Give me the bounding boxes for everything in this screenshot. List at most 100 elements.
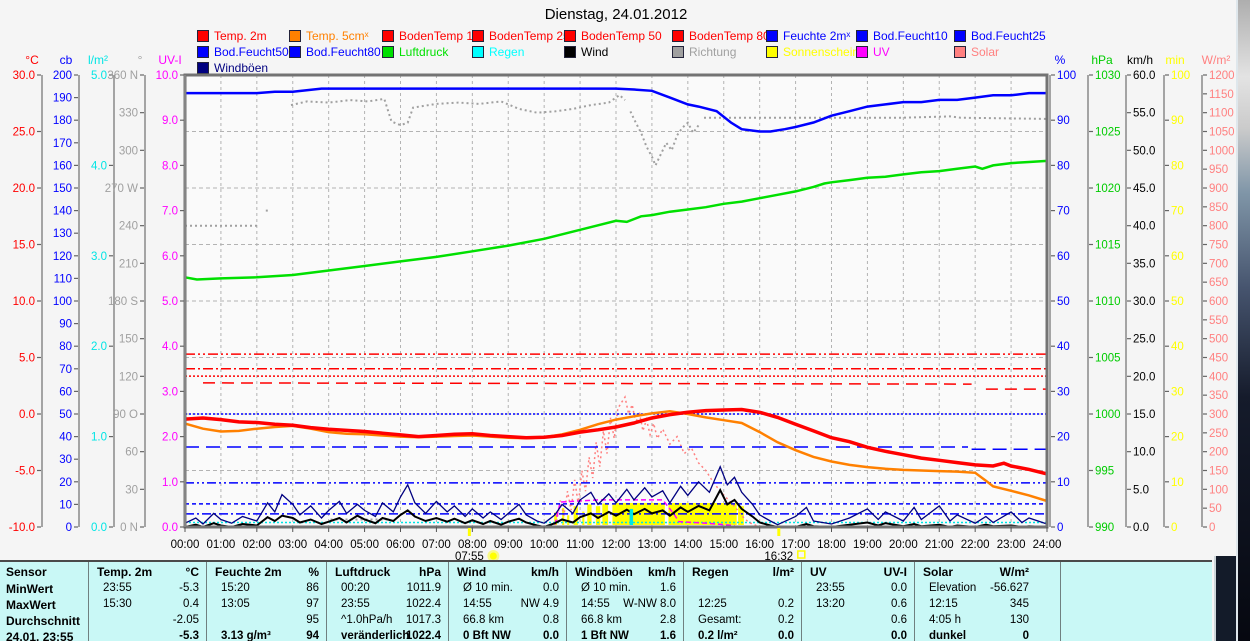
axis-tick-label: 90 O [113,409,138,421]
weather-chart: 30.025.020.015.010.05.00.0-5.0-10.0°C200… [9,53,1235,562]
table-column: Temp. 2m °C 23:55 -5.3 15:30 0.4 -2.05 -5.3 [88,562,207,641]
axis-tick-label: 650 [1209,277,1228,289]
table-cell: -5.3 [89,630,207,641]
x-tick-label: 03:00 [278,539,307,551]
table-cell-value: -5.3 [179,630,199,641]
x-tick-label: 14:00 [673,539,702,551]
table-column-unit: % [308,565,319,579]
sunrise-sun-icon [489,552,497,560]
table-label-column: Sensor MinWert MaxWert Durchschnitt 24.01. 2… [0,562,88,641]
table-cell-value: 94 [306,630,319,641]
axis-unit-label: W/m² [1202,53,1231,67]
axis-tick-label: 40 [59,432,72,444]
axis-tick-label: 3.0 [91,251,107,263]
table-cell: 95 [207,614,327,630]
table-cell-value: 0.0 [891,582,907,594]
axis-tick-label: 240 [119,221,138,233]
axis-tick-label: 3.0 [162,386,178,398]
axis-tick-label: 1.0 [91,432,107,444]
x-tick-label: 05:00 [350,539,379,551]
table-column-name: Temp. 2m [97,565,153,579]
table-cell-value: 1.6 [660,630,676,641]
table-column-name: Solar [923,565,954,579]
table-cell: 0 Bft NW 0.0 [449,630,567,641]
axis-tick-label: 500 [1209,334,1228,346]
table-column-unit: hPa [418,565,441,579]
axis-tick-label: 60 [125,447,138,459]
x-tick-label: 04:00 [314,539,343,551]
axis-tick-label: 20 [59,477,72,489]
x-tick-label: 06:00 [386,539,415,551]
table-column-header: Luftdruck hPa [327,565,449,580]
table-cell: Gesamt: 0.2 [684,614,802,630]
table-cell: 00:20 1011.9 [327,582,449,598]
axis-tick-label: 130 [53,228,72,240]
axis-tick-label: 35.0 [1133,258,1155,270]
table-cell-value: NW 4.9 [520,598,559,610]
axis-tick-label: 7.0 [162,206,178,218]
axis-tick-label: 950 [1209,164,1228,176]
axis-tick-label: 70 [1171,206,1184,218]
table-cell: 1 Bft NW 1.6 [567,630,684,641]
table-cell-value: 1017.3 [405,614,441,626]
table-cell: veränderlich 1022.4 [327,630,449,641]
table-column-header: Wind km/h [449,565,567,580]
table-column-unit: °C [185,565,199,579]
x-tick-label: 12:00 [602,539,631,551]
axis-tick-label: 20 [1057,432,1070,444]
x-tick-label: 13:00 [638,539,667,551]
table-row-label: MinWert [6,582,54,596]
table-column: Windböen km/h Ø 10 min. 1.6 14:55 W-NW 8.0 66.… [566,562,684,641]
axis-tick-label: 1015 [1095,240,1121,252]
table-cell-value: 0.2 [778,598,794,610]
table-cell: dunkel 0 [915,630,1037,641]
x-tick-label: 17:00 [781,539,810,551]
table-cell-value: 0.0 [778,630,794,641]
axis-tick-label: 1200 [1209,70,1235,82]
table-cell: 12:25 0.2 [684,598,802,614]
table-cell-text: 1 Bft NW [581,630,629,641]
axis-tick-label: 550 [1209,315,1228,327]
axis-tick-label: 180 [53,115,72,127]
axis-tick-label: 0 N [120,522,138,534]
axis-tick-label: 200 [1209,447,1228,459]
axis-tick-label: 30 [1057,386,1070,398]
table-column-name: Luftdruck [335,565,391,579]
table-column: Wind km/h Ø 10 min. 0.0 14:55 NW 4.9 66.8 km 0.… [448,562,567,641]
axis-tick-label: 0.0 [91,522,107,534]
table-cell-value: -56.627 [989,582,1029,594]
axis-tick-label: 100 [1057,70,1076,82]
axis-tick-label: 900 [1209,183,1228,195]
table-column-unit: l/m² [772,565,794,579]
axis-unit-label: cb [60,53,73,67]
x-tick-label: 18:00 [817,539,846,551]
table-cell: 23:55 -5.3 [89,582,207,598]
table-column-unit: km/h [647,565,676,579]
axis-tick-label: 1030 [1095,70,1121,82]
table-column-name: Feuchte 2m [215,565,282,579]
table-column: Solar W/m² Elevation -56.627 12:15 345 4:05 h1… [914,562,1037,641]
axis-tick-label: 270 W [105,183,138,195]
table-cell-value: 0.2 [778,614,794,626]
weather-report-page: Dienstag, 24.01.2012 Temp. 2m Temp. 5cmˣ B… [0,0,1250,641]
axis-tick-label: 300 [119,145,138,157]
table-cell-value: 0.0 [543,630,559,641]
axis-tick-label: 0 [1209,522,1215,534]
table-column-name: Regen [692,565,729,579]
table-column-header: Solar W/m² [915,565,1037,580]
axis-tick-label: 30 [125,484,138,496]
axis-tick-label: 450 [1209,353,1228,365]
axis-tick-label: 90 [1171,115,1184,127]
table-cell-text: 12:25 [698,598,727,610]
axis-tick-label: 50 [1209,503,1222,515]
axis-tick-label: 1010 [1095,296,1121,308]
axis-tick-label: 20.0 [1133,371,1155,383]
table-cell-value: 0 [1022,630,1029,641]
table-row-label: Durchschnitt [6,614,81,628]
table-cell-text: 12:15 [929,598,958,610]
axis-tick-label: 8.0 [162,160,178,172]
axis-tick-label: 600 [1209,296,1228,308]
axis-tick-label: 80 [59,341,72,353]
axis-tick-label: 2.0 [162,432,178,444]
table-cell: Ø 10 min. 1.6 [567,582,684,598]
